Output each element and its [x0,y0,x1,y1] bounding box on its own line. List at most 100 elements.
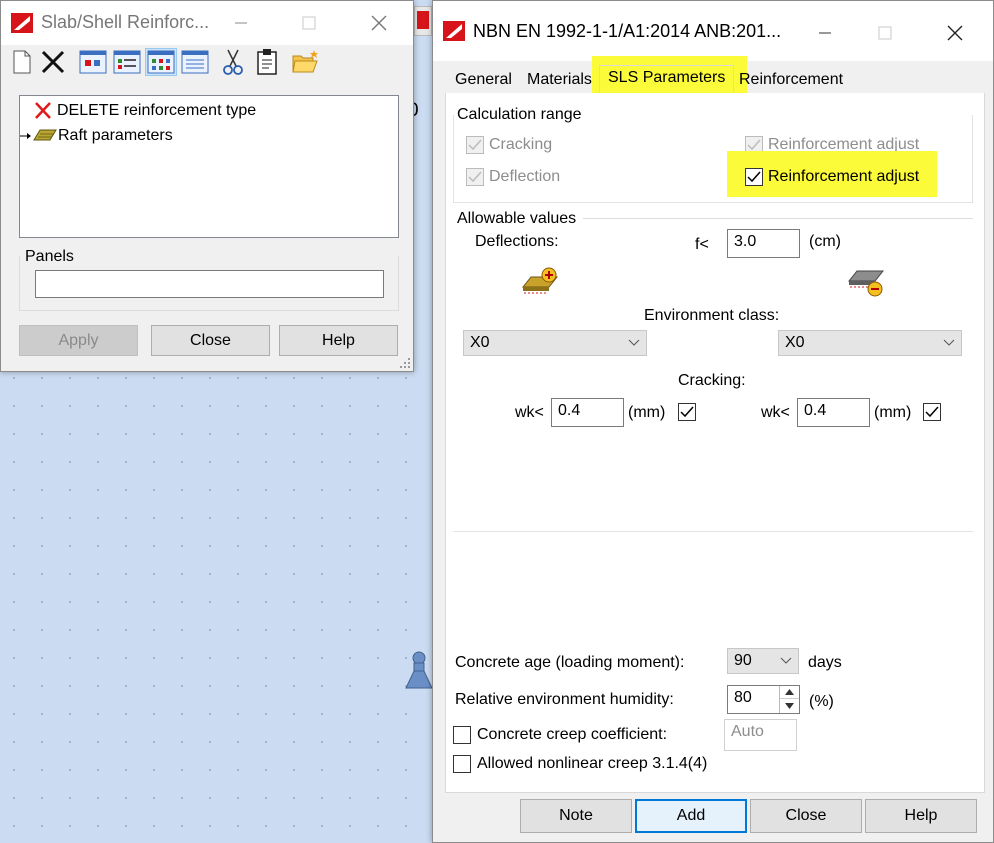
checkmark-icon [468,139,482,151]
raft-icon [33,129,57,141]
humidity-label: Relative environment humidity: [455,691,674,708]
scissors-icon [223,49,243,75]
spin-up-icon [785,689,794,695]
cracking-label: Cracking [489,136,553,153]
spin-down-button[interactable] [780,699,799,712]
env-class-right-select[interactable]: X0 [778,330,962,356]
left-titlebar: Slab/Shell Reinforc... [1,1,413,45]
red-x-icon [35,102,51,119]
apply-button[interactable]: Apply [19,325,138,356]
view-small-button[interactable] [113,50,141,74]
resize-grip-icon[interactable] [399,357,411,369]
view-list-button[interactable] [145,48,177,76]
tab-sls-parameters[interactable]: SLS Parameters [599,65,735,94]
spin-down-icon [785,702,794,709]
app-icon [11,13,33,33]
tree-item-label: Raft parameters [58,127,173,144]
deflection-checkbox[interactable] [466,168,484,186]
concrete-age-value: 90 [734,652,752,669]
reinf-adjust-bottom-checkbox[interactable] [745,168,763,186]
env-class-left-value: X0 [470,334,490,351]
right-close-button[interactable]: Close [750,799,862,833]
right-window-title: NBN EN 1992-1-1/A1:2014 ANB:201... [473,21,782,41]
minimize-button[interactable] [803,11,847,55]
cracking-checkbox[interactable] [466,136,484,154]
chevron-down-icon [628,339,640,346]
panels-input[interactable] [35,270,384,298]
minimize-icon [819,32,831,34]
panels-label: Panels [25,248,74,265]
right-titlebar: NBN EN 1992-1-1/A1:2014 ANB:201... [433,1,993,61]
view-details-button[interactable] [181,50,209,74]
bg-toolbar-fragment [414,6,432,36]
folder-icon [292,50,318,73]
creep-coeff-input[interactable]: Auto [724,719,797,751]
slab-bottom-icon [847,270,885,297]
right-help-button[interactable]: Help [865,799,977,833]
app-icon [443,21,465,41]
wk-left-input[interactable]: 0.4 [551,398,624,427]
checkmark-icon [468,171,482,183]
tree-item-label: DELETE reinforcement type [57,102,257,119]
tab-general[interactable]: General [447,68,520,94]
maximize-button[interactable] [863,11,907,55]
close-window-button[interactable] [357,1,401,45]
new-button[interactable] [9,48,35,76]
close-window-button[interactable] [933,11,977,55]
wk-right-checkbox[interactable] [923,403,941,421]
cut-button[interactable] [221,48,245,76]
calc-range-heading: Calculation range [457,106,586,124]
maximize-icon [878,26,892,40]
paste-button[interactable] [255,48,279,76]
wk-left-unit: (mm) [628,404,666,421]
minimize-button[interactable] [219,1,263,45]
env-class-right-value: X0 [785,334,805,351]
delete-x-icon [41,50,65,74]
close-icon [947,25,963,41]
note-button[interactable]: Note [520,799,632,833]
maximize-button[interactable] [287,1,331,45]
view-large-button[interactable] [79,50,107,74]
humidity-input[interactable]: 80 [727,685,800,714]
tab-materials[interactable]: Materials [519,68,600,94]
chevron-down-icon [780,657,792,664]
reinforcement-tree[interactable]: DELETE reinforcement type Raft parameter… [19,95,399,238]
left-close-button[interactable]: Close [151,325,270,356]
checkmark-icon [747,171,761,183]
nonlinear-creep-label: Allowed nonlinear creep 3.1.4(4) [477,755,708,772]
support-icon [404,650,434,690]
minimize-icon [235,22,247,24]
allowable-line [583,218,973,219]
view-list-icon [147,50,175,74]
arrow-right-icon [20,133,31,139]
slab-shell-window: Slab/Shell Reinforc... DELETE reinforcem… [0,0,414,372]
spin-up-button[interactable] [780,686,799,699]
add-button[interactable]: Add [635,799,747,833]
left-toolbar [9,48,329,78]
close-icon [371,15,387,31]
chevron-down-icon [943,339,955,346]
concrete-age-select[interactable]: 90 [727,648,799,674]
f-label: f< [695,236,709,253]
humidity-value: 80 [734,689,752,706]
wk-left-checkbox[interactable] [678,403,696,421]
delete-button[interactable] [39,48,67,76]
creep-coeff-checkbox[interactable] [453,726,471,744]
env-class-label: Environment class: [644,307,780,324]
checkmark-icon [925,406,939,418]
open-folder-button[interactable] [291,48,321,76]
env-class-left-select[interactable]: X0 [463,330,647,356]
humidity-spinner[interactable] [779,686,799,713]
left-help-button[interactable]: Help [279,325,398,356]
f-input[interactable]: 3.0 [727,229,800,258]
nonlinear-creep-checkbox[interactable] [453,755,471,773]
new-document-icon [13,50,31,74]
clipboard-icon [257,49,277,75]
cracking-values-label: Cracking: [678,372,746,389]
tab-reinforcement[interactable]: Reinforcement [731,68,851,94]
wk-right-unit: (mm) [874,404,912,421]
concrete-age-unit: days [808,654,842,671]
slab-top-icon [521,267,559,294]
creep-coeff-label: Concrete creep coefficient: [477,726,668,743]
wk-right-input[interactable]: 0.4 [797,398,870,427]
